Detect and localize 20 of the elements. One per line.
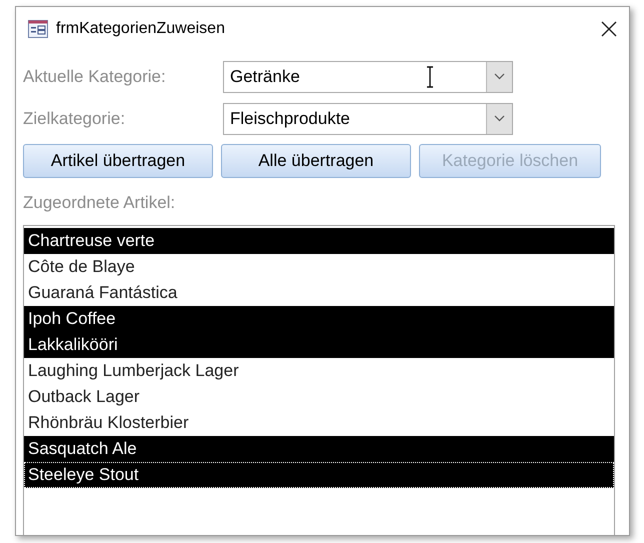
action-button[interactable]: Alle übertragen (221, 144, 411, 178)
dropdown-button[interactable] (486, 104, 512, 134)
field-label: Zielkategorie: (23, 108, 126, 130)
list-item[interactable]: Chartreuse verte (24, 228, 614, 254)
action-button[interactable]: Artikel übertragen (23, 144, 213, 178)
field-label: Aktuelle Kategorie: (23, 66, 167, 88)
combo-box[interactable]: Getränke (223, 60, 513, 92)
list-item[interactable]: Sasquatch Ale (24, 436, 614, 462)
window-title: frmKategorienZuweisen (56, 18, 225, 39)
chevron-down-icon (494, 73, 505, 80)
form-icon (28, 20, 48, 38)
close-icon[interactable] (601, 20, 617, 37)
list-label: Zugeordnete Artikel: (23, 192, 176, 214)
list-item[interactable]: Ipoh Coffee (24, 306, 614, 332)
combo-box[interactable]: Fleischprodukte (223, 102, 513, 134)
chevron-down-icon (494, 115, 505, 122)
text-cursor-icon (426, 66, 434, 88)
dropdown-button[interactable] (486, 62, 512, 92)
list-item[interactable]: Lakkalikööri (24, 332, 614, 358)
list-item[interactable]: Steeleye Stout (24, 462, 614, 488)
